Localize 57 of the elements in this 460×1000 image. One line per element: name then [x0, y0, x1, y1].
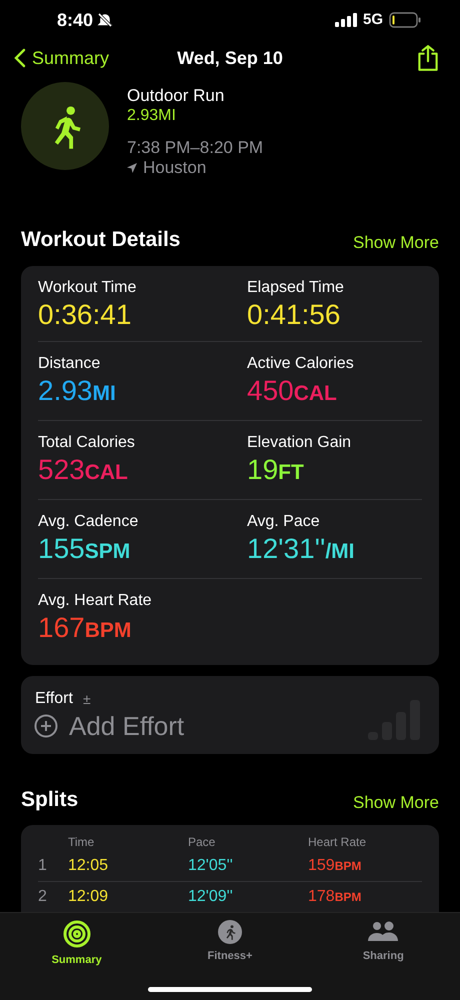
metric-label: Workout Time	[38, 278, 138, 298]
metric-value: 12'31''/MI	[247, 532, 356, 566]
section-title: Workout Details	[21, 227, 180, 253]
tab-bar-item[interactable]: Summary	[0, 920, 154, 968]
metric-value: 450CAL	[247, 374, 338, 408]
metric-label: Avg. Heart Rate	[38, 590, 153, 610]
metric-value: 167BPM	[38, 610, 132, 644]
workout-location: Houston	[143, 158, 206, 178]
show-more-link[interactable]: Show More	[353, 230, 439, 256]
battery-icon	[389, 12, 421, 28]
metric-value: 523CAL	[38, 452, 129, 486]
bell-muted-icon	[97, 12, 114, 28]
split-pace: 12'05''	[188, 856, 234, 876]
metric-value: 0:41:56	[247, 298, 342, 332]
signal-icon	[334, 13, 357, 27]
metric-value: 2.93MI	[38, 374, 117, 408]
metric-label: Elevation Gain	[247, 432, 352, 452]
metric-label: Avg. Cadence	[38, 512, 140, 532]
network-label: 5G	[362, 10, 383, 30]
share-icon	[416, 44, 440, 72]
split-time: 12:05	[68, 856, 110, 876]
back-button[interactable]: Summary	[12, 44, 110, 72]
status-time: 8:40	[57, 8, 94, 32]
metric-label: Elapsed Time	[247, 278, 345, 298]
section-title: Splits	[21, 786, 78, 812]
column-header: Heart Rate	[308, 834, 368, 851]
share-button[interactable]	[416, 44, 440, 72]
split-time: 12:09	[68, 887, 110, 907]
plus-circle-icon	[34, 714, 58, 738]
column-header: Time	[68, 834, 96, 851]
split-index: 1	[38, 856, 48, 876]
split-index: 2	[38, 887, 48, 907]
plus-minus-symbol: ±	[82, 690, 91, 708]
metric-label: Total Calories	[38, 432, 136, 452]
add-effort-button[interactable]: Add Effort	[34, 710, 184, 742]
metric-label: Active Calories	[247, 354, 355, 374]
effort-label: Effort	[35, 689, 73, 709]
tab-bar-item[interactable]: Fitness+	[153, 920, 307, 968]
people-icon	[367, 920, 400, 944]
column-header: Pace	[188, 834, 216, 851]
metric-value: 19FT	[247, 452, 305, 486]
activity-rings-icon	[62, 920, 91, 948]
metric-label: Avg. Pace	[247, 512, 321, 532]
nav-title: Wed, Sep 10	[177, 46, 283, 70]
metric-label: Distance	[38, 354, 102, 374]
workout-distance: 2.93MI	[127, 106, 177, 126]
metric-value: 155SPM	[38, 532, 132, 566]
show-more-link[interactable]: Show More	[353, 790, 439, 815]
split-heart-rate: 178BPM	[308, 887, 362, 907]
split-heart-rate: 159BPM	[308, 856, 362, 876]
workout-name: Outdoor Run	[127, 86, 226, 106]
split-pace: 12'09''	[188, 887, 234, 907]
chevron-left-icon	[12, 48, 28, 68]
metric-value: 0:36:41	[38, 298, 132, 332]
location-arrow-icon	[127, 163, 137, 173]
workout-time-range: 7:38 PM–8:20 PM	[127, 138, 264, 158]
tab-bar-item[interactable]: Sharing	[306, 920, 460, 968]
